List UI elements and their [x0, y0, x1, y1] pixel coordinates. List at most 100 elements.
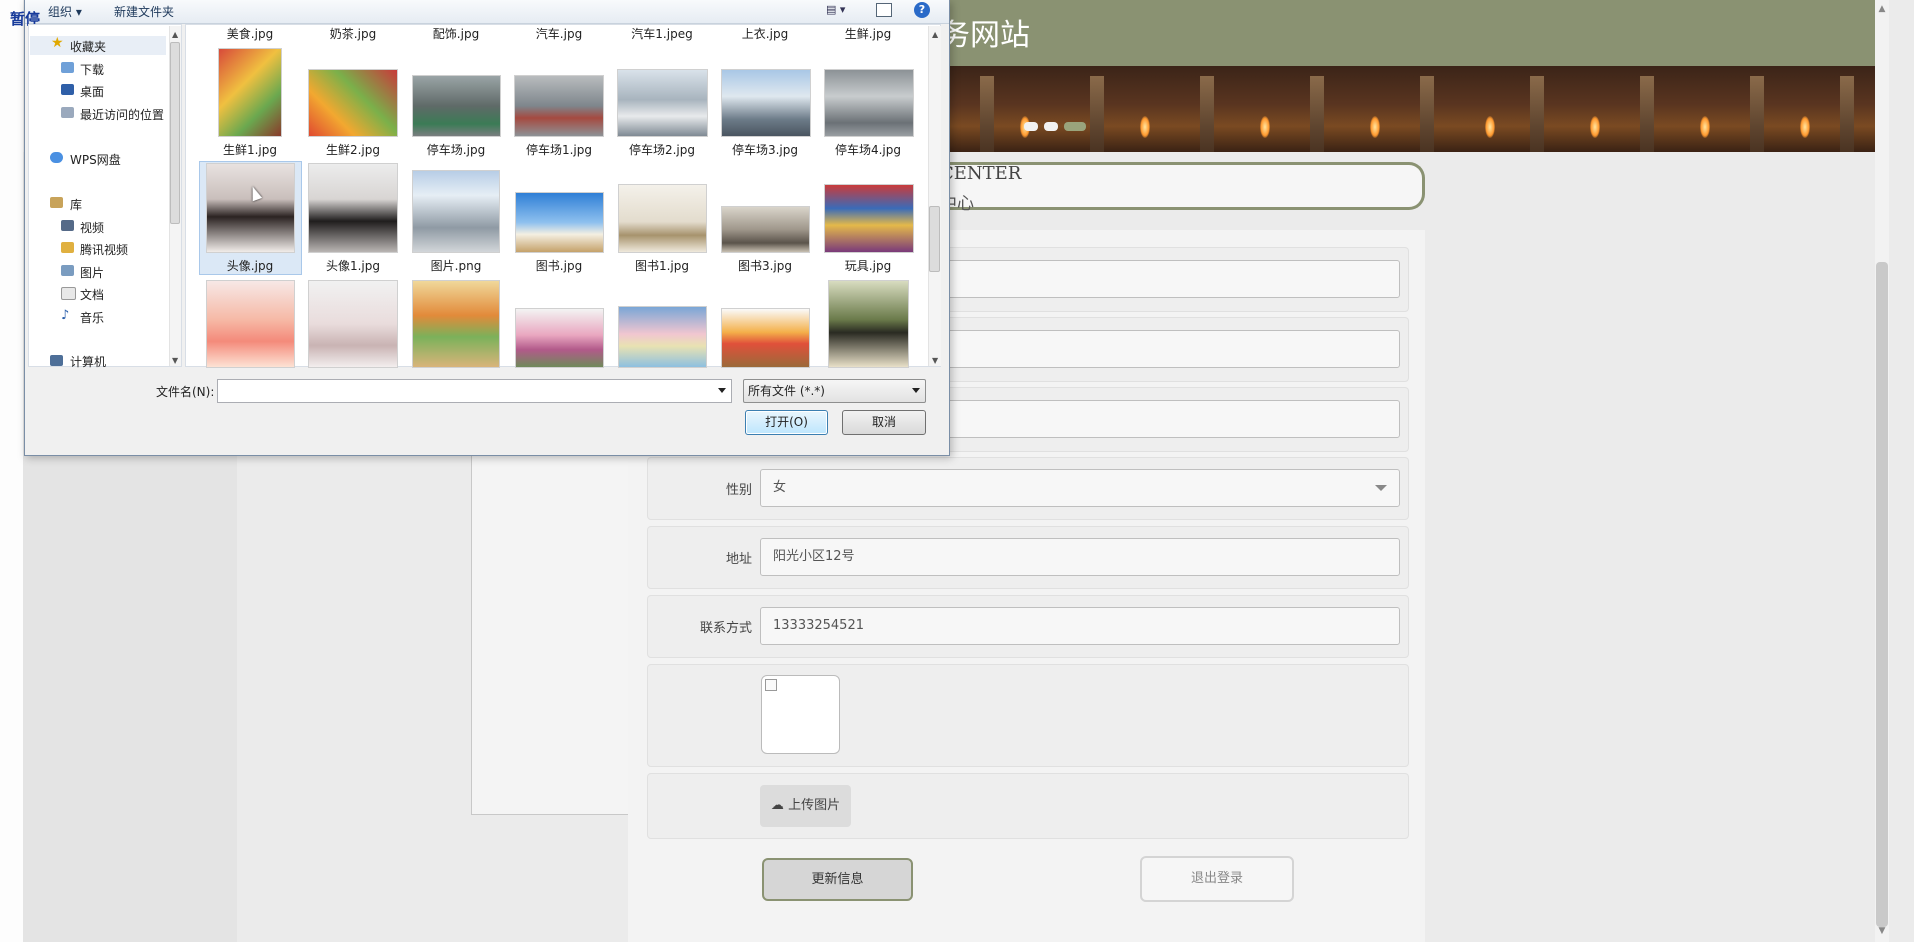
preview-pane-icon[interactable]: [876, 3, 892, 17]
scroll-down-arrow-icon[interactable]: ▼: [1876, 926, 1888, 936]
file-name[interactable]: 汽车.jpg: [509, 25, 609, 42]
file-name[interactable]: 停车场4.jpg: [818, 141, 918, 158]
file-name[interactable]: 美食.jpg: [200, 25, 300, 42]
nav-item-tencent-video[interactable]: 腾讯视频: [80, 241, 128, 258]
phone-input[interactable]: 13333254521: [760, 607, 1400, 645]
file-thumbnail[interactable]: [619, 185, 706, 252]
file-name[interactable]: 头像.jpg: [200, 257, 300, 274]
nav-item-library[interactable]: 库: [70, 196, 82, 213]
file-thumbnail[interactable]: [309, 281, 397, 367]
file-name[interactable]: 图书1.jpg: [612, 257, 712, 274]
file-thumbnail[interactable]: [722, 309, 809, 367]
file-thumbnail[interactable]: [618, 70, 707, 136]
page-left-margin: [0, 0, 23, 942]
nav-item-pictures[interactable]: 图片: [80, 264, 104, 281]
cancel-button[interactable]: 取消: [842, 410, 926, 435]
nav-item-favorites[interactable]: 收藏夹: [70, 38, 106, 55]
wps-cloud-icon: [50, 152, 63, 163]
nav-item-desktop[interactable]: 桌面: [80, 83, 104, 100]
file-thumbnail[interactable]: [722, 207, 809, 252]
file-name[interactable]: 停车场.jpg: [406, 141, 506, 158]
file-name[interactable]: 生鲜2.jpg: [303, 141, 403, 158]
change-view-icon[interactable]: ▤ ▾: [826, 3, 852, 19]
file-name[interactable]: 停车场1.jpg: [509, 141, 609, 158]
file-thumbnail[interactable]: [309, 70, 397, 136]
nav-item-wps[interactable]: WPS网盘: [70, 151, 121, 168]
file-name[interactable]: 头像1.jpg: [303, 257, 403, 274]
file-thumbnail[interactable]: [829, 281, 908, 367]
library-icon: [50, 197, 63, 208]
file-thumbnail[interactable]: [207, 164, 294, 252]
file-name[interactable]: 图书3.jpg: [715, 257, 815, 274]
file-name[interactable]: 停车场3.jpg: [715, 141, 815, 158]
gender-select[interactable]: 女: [760, 469, 1400, 507]
file-name[interactable]: 上衣.jpg: [715, 25, 815, 42]
file-thumbnail[interactable]: [516, 193, 603, 252]
carousel-dot[interactable]: [1044, 122, 1058, 131]
nav-scroll-up-icon[interactable]: ▲: [172, 30, 178, 39]
file-name[interactable]: 汽车1.jpeg: [612, 25, 712, 42]
files-scrollbar-thumb[interactable]: [929, 206, 940, 272]
file-name[interactable]: 生鲜1.jpg: [200, 141, 300, 158]
nav-item-videos[interactable]: 视频: [80, 219, 104, 236]
filename-input[interactable]: [217, 379, 732, 403]
nav-item-downloads[interactable]: 下载: [80, 61, 104, 78]
file-thumbnail[interactable]: [515, 76, 603, 136]
help-icon[interactable]: ?: [914, 2, 930, 18]
file-name[interactable]: 配饰.jpg: [406, 25, 506, 42]
new-folder-button[interactable]: 新建文件夹: [114, 3, 174, 20]
chevron-down-icon[interactable]: [718, 388, 726, 393]
banner-lamp: [1485, 116, 1495, 138]
nav-item-computer[interactable]: 计算机: [70, 353, 106, 370]
file-thumbnail[interactable]: [825, 70, 913, 136]
file-thumbnail[interactable]: [413, 281, 499, 367]
file-name[interactable]: 停车场2.jpg: [612, 141, 712, 158]
banner-post: [1420, 76, 1434, 152]
file-name[interactable]: 图片.png: [406, 257, 506, 274]
upload-image-button[interactable]: ☁ 上传图片: [760, 785, 851, 827]
chevron-down-icon[interactable]: [912, 388, 920, 393]
file-thumbnail[interactable]: [619, 307, 706, 367]
file-name[interactable]: 玩具.jpg: [818, 257, 918, 274]
file-thumbnail[interactable]: [219, 49, 281, 136]
organize-menu[interactable]: 组织 ▾: [48, 3, 82, 20]
file-thumbnail[interactable]: [413, 76, 500, 136]
nav-item-documents[interactable]: 文档: [80, 286, 104, 303]
file-thumbnail[interactable]: [516, 309, 603, 367]
logout-button[interactable]: 退出登录: [1140, 856, 1294, 902]
file-thumbnail[interactable]: [309, 164, 397, 252]
update-info-button[interactable]: 更新信息: [762, 858, 913, 901]
filetype-select[interactable]: 所有文件 (*.*): [743, 379, 926, 403]
nav-scrollbar-thumb[interactable]: [170, 42, 180, 224]
open-button[interactable]: 打开(O): [745, 410, 828, 435]
nav-item-recent[interactable]: 最近访问的位置: [80, 106, 164, 123]
page-scrollbar-thumb[interactable]: [1876, 262, 1888, 927]
files-scroll-up-icon[interactable]: ▲: [932, 30, 938, 39]
banner-lamp: [1700, 116, 1710, 138]
file-name[interactable]: 图书.jpg: [509, 257, 609, 274]
files-scroll-down-icon[interactable]: ▼: [932, 356, 938, 365]
nav-item-music[interactable]: 音乐: [80, 309, 104, 326]
file-name[interactable]: 生鲜.jpg: [818, 25, 918, 42]
file-thumbnail[interactable]: [207, 281, 294, 367]
banner-post: [1090, 76, 1104, 152]
gender-row: 性别 女: [647, 457, 1409, 520]
file-name[interactable]: 奶茶.jpg: [303, 25, 403, 42]
carousel-dot-active[interactable]: [1064, 122, 1086, 131]
file-thumbnail[interactable]: [825, 185, 913, 252]
files-scrollbar[interactable]: [928, 26, 941, 366]
carousel-dot[interactable]: [1024, 122, 1038, 131]
nav-scroll-down-icon[interactable]: ▼: [172, 356, 178, 365]
star-icon: ★: [51, 35, 64, 51]
file-thumbnail[interactable]: [413, 171, 499, 252]
file-thumbnail[interactable]: [722, 70, 810, 136]
address-input[interactable]: 阳光小区12号: [760, 538, 1400, 576]
computer-icon: [50, 355, 63, 366]
chevron-down-icon: [1375, 485, 1387, 491]
cloud-upload-icon: ☁: [770, 798, 784, 813]
navigation-pane: [28, 24, 182, 367]
scroll-up-arrow-icon[interactable]: ▲: [1876, 4, 1888, 14]
banner-lamp: [1590, 116, 1600, 138]
videos-icon: [61, 220, 74, 231]
banner-post: [1310, 76, 1324, 152]
